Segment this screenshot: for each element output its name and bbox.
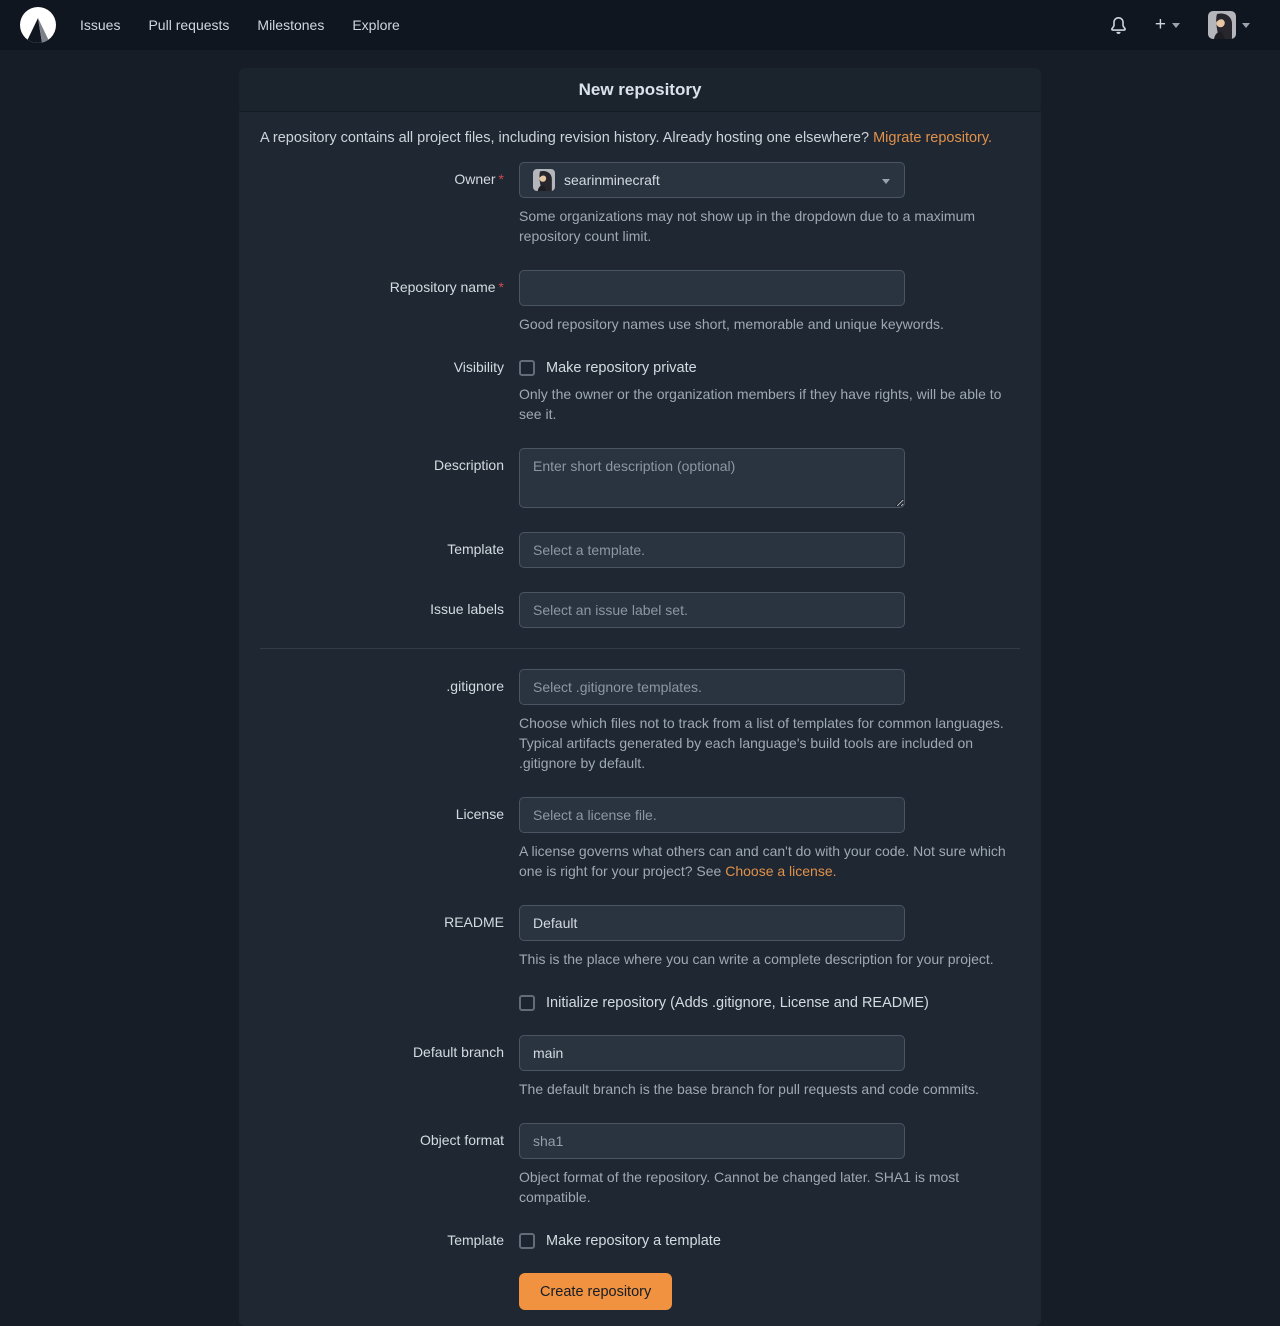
- field-default-branch: Default branch The default branch is the…: [260, 1035, 1020, 1099]
- required-asterisk: *: [499, 171, 504, 187]
- owner-selected-value: searinminecraft: [564, 172, 660, 188]
- license-help-text: A license governs what others can and ca…: [519, 841, 1020, 881]
- field-readme: README Default This is the place where y…: [260, 905, 1020, 969]
- default-branch-help-text: The default branch is the base branch fo…: [519, 1079, 1020, 1099]
- readme-label: README: [260, 905, 504, 930]
- initialize-checkbox-row: Initialize repository (Adds .gitignore, …: [519, 993, 1020, 1011]
- caret-down-icon: [882, 179, 890, 184]
- template-flag-label: Template: [260, 1231, 504, 1248]
- description-textarea[interactable]: [519, 448, 905, 508]
- visibility-label: Visibility: [260, 358, 504, 375]
- field-visibility: Visibility Make repository private Only …: [260, 358, 1020, 424]
- initialize-label-spacer: [260, 993, 504, 994]
- template-flag-checkbox-label[interactable]: Make repository a template: [546, 1233, 721, 1249]
- site-logo-icon[interactable]: [20, 7, 56, 43]
- issue-labels-label: Issue labels: [260, 592, 504, 617]
- top-navbar: Issues Pull requests Milestones Explore …: [0, 0, 1280, 50]
- readme-selected-value: Default: [533, 915, 577, 931]
- new-repository-panel: New repository A repository contains all…: [239, 68, 1041, 1326]
- visibility-checkbox-row: Make repository private: [519, 358, 1020, 376]
- create-new-menu-button[interactable]: +: [1145, 9, 1190, 41]
- template-select-label: Template: [260, 532, 504, 557]
- nav-item-issues[interactable]: Issues: [66, 8, 134, 42]
- readme-select[interactable]: Default: [519, 905, 905, 941]
- gitignore-placeholder: Select .gitignore templates.: [533, 679, 702, 695]
- nav-links: Issues Pull requests Milestones Explore: [66, 8, 414, 42]
- intro-text: A repository contains all project files,…: [260, 130, 1020, 146]
- field-owner: Owner* searinminecraft Some organization…: [260, 162, 1020, 246]
- template-select-placeholder: Select a template.: [533, 542, 645, 558]
- field-initialize: Initialize repository (Adds .gitignore, …: [260, 993, 1020, 1011]
- intro-message: A repository contains all project files,…: [260, 130, 869, 146]
- field-gitignore: .gitignore Select .gitignore templates. …: [260, 669, 1020, 773]
- issue-labels-select[interactable]: Select an issue label set.: [519, 592, 905, 628]
- object-format-selected-value: sha1: [533, 1133, 563, 1149]
- repository-name-input[interactable]: [519, 270, 905, 306]
- gitignore-label: .gitignore: [260, 669, 504, 694]
- template-flag-checkbox-row: Make repository a template: [519, 1231, 1020, 1249]
- repository-name-label: Repository name*: [260, 270, 504, 295]
- plus-icon: +: [1155, 17, 1166, 33]
- template-select[interactable]: Select a template.: [519, 532, 905, 568]
- object-format-label: Object format: [260, 1123, 504, 1148]
- field-license: License Select a license file. A license…: [260, 797, 1020, 881]
- caret-down-icon: [1242, 23, 1250, 28]
- readme-help-text: This is the place where you can write a …: [519, 949, 1020, 969]
- choose-a-license-link[interactable]: Choose a license.: [725, 863, 836, 879]
- gitignore-help-text: Choose which files not to track from a l…: [519, 713, 1020, 773]
- repository-name-help-text: Good repository names use short, memorab…: [519, 314, 1020, 334]
- initialize-checkbox[interactable]: [519, 995, 535, 1011]
- object-format-help-text: Object format of the repository. Cannot …: [519, 1167, 1020, 1207]
- template-flag-checkbox[interactable]: [519, 1233, 535, 1249]
- nav-item-milestones[interactable]: Milestones: [243, 8, 338, 42]
- user-menu-button[interactable]: [1198, 3, 1260, 47]
- owner-select[interactable]: searinminecraft: [519, 162, 905, 198]
- default-branch-input[interactable]: [519, 1035, 905, 1071]
- migrate-repository-link[interactable]: Migrate repository.: [873, 130, 992, 146]
- user-avatar: [1208, 11, 1236, 39]
- field-template-flag: Template Make repository a template: [260, 1231, 1020, 1249]
- owner-help-text: Some organizations may not show up in th…: [519, 206, 1020, 246]
- private-checkbox-label[interactable]: Make repository private: [546, 360, 697, 376]
- private-checkbox[interactable]: [519, 360, 535, 376]
- field-object-format: Object format sha1 Object format of the …: [260, 1123, 1020, 1207]
- license-placeholder: Select a license file.: [533, 807, 657, 823]
- gitignore-select[interactable]: Select .gitignore templates.: [519, 669, 905, 705]
- description-label: Description: [260, 448, 504, 473]
- object-format-select[interactable]: sha1: [519, 1123, 905, 1159]
- license-label: License: [260, 797, 504, 822]
- license-select[interactable]: Select a license file.: [519, 797, 905, 833]
- default-branch-label: Default branch: [260, 1035, 504, 1060]
- page-title: New repository: [239, 68, 1041, 112]
- section-divider: [260, 648, 1020, 649]
- nav-item-explore[interactable]: Explore: [338, 8, 413, 42]
- notifications-button[interactable]: [1100, 9, 1137, 42]
- nav-right: +: [1100, 3, 1260, 47]
- nav-item-pull-requests[interactable]: Pull requests: [134, 8, 243, 42]
- field-description: Description: [260, 448, 1020, 508]
- field-issue-labels: Issue labels Select an issue label set.: [260, 592, 1020, 628]
- owner-label: Owner*: [260, 162, 504, 187]
- field-template-select: Template Select a template.: [260, 532, 1020, 568]
- visibility-help-text: Only the owner or the organization membe…: [519, 384, 1020, 424]
- caret-down-icon: [1172, 23, 1180, 28]
- new-repository-form: A repository contains all project files,…: [239, 112, 1041, 1326]
- initialize-checkbox-label[interactable]: Initialize repository (Adds .gitignore, …: [546, 995, 929, 1011]
- required-asterisk: *: [499, 279, 504, 295]
- bell-icon: [1110, 17, 1127, 34]
- create-repository-button[interactable]: Create repository: [519, 1273, 672, 1310]
- field-repository-name: Repository name* Good repository names u…: [260, 270, 1020, 334]
- issue-labels-placeholder: Select an issue label set.: [533, 602, 688, 618]
- owner-avatar: [533, 169, 555, 191]
